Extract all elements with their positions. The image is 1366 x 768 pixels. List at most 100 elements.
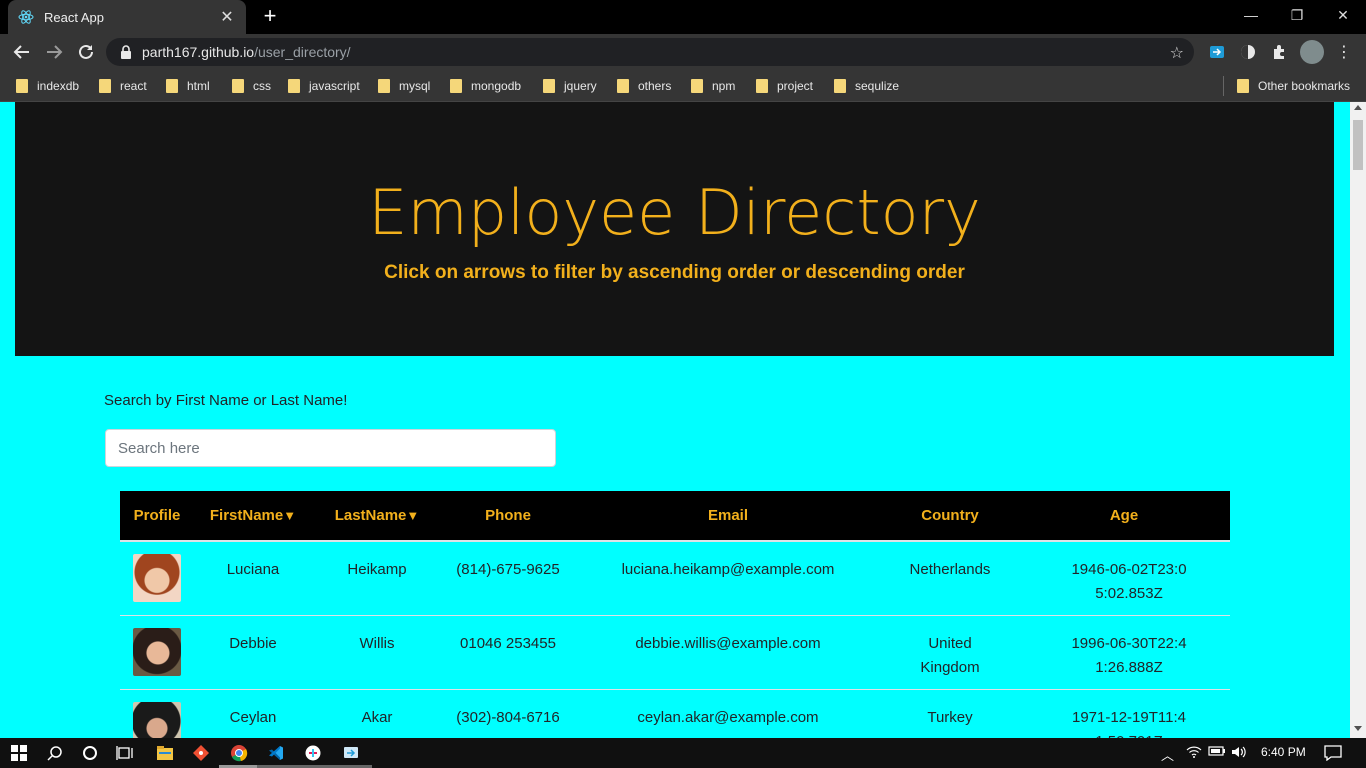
last-name: Akar xyxy=(312,688,442,738)
windows-start-icon[interactable] xyxy=(8,742,30,764)
restore-button[interactable]: ❐ xyxy=(1274,0,1320,30)
minimize-button[interactable]: — xyxy=(1228,0,1274,30)
email: ceylan.akar@example.com xyxy=(574,688,882,738)
other-bookmarks[interactable]: Other bookmarks xyxy=(1237,77,1350,95)
bookmark-folder[interactable]: html xyxy=(166,77,210,95)
folder-icon xyxy=(543,79,555,93)
table-row: Luciana Heikamp (814)-675-9625 luciana.h… xyxy=(120,540,1230,615)
bookmark-folder[interactable]: javascript xyxy=(288,77,360,95)
git-icon[interactable] xyxy=(190,742,212,764)
address-bar[interactable]: parth167.github.io/user_directory/ ☆ xyxy=(106,38,1194,66)
first-name: Luciana xyxy=(194,540,312,615)
column-header-email: Email xyxy=(574,491,882,542)
table-row: Debbie Willis 01046 253455 debbie.willis… xyxy=(120,614,1230,689)
bookmark-folder[interactable]: jquery xyxy=(543,77,597,95)
new-tab-button[interactable]: + xyxy=(258,4,282,28)
employee-table: Profile FirstName▼ LastName▼ Phone Email… xyxy=(120,491,1230,738)
slack-icon[interactable] xyxy=(302,742,324,764)
column-header-profile: Profile xyxy=(120,491,194,542)
bookmark-star-icon[interactable]: ☆ xyxy=(1170,43,1184,63)
table-header-row: Profile FirstName▼ LastName▼ Phone Email… xyxy=(120,491,1230,542)
notifications-icon[interactable] xyxy=(1324,745,1342,764)
last-name: Willis xyxy=(312,614,442,689)
page-title: Employee Directory xyxy=(368,176,981,249)
browser-menu-icon[interactable]: ⋮ xyxy=(1334,42,1354,62)
avatar xyxy=(133,627,181,676)
country: Turkey xyxy=(882,688,1018,738)
bookmark-folder[interactable]: mongodb xyxy=(450,77,521,95)
phone: (302)-804-6716 xyxy=(442,688,574,738)
bookmark-folder[interactable]: indexdb xyxy=(16,77,79,95)
close-window-button[interactable]: ✕ xyxy=(1320,0,1366,30)
column-header-age: Age xyxy=(1018,491,1230,542)
bookmark-folder[interactable]: project xyxy=(756,77,813,95)
avatar xyxy=(133,701,181,738)
cortana-icon[interactable] xyxy=(79,742,101,764)
phone: 01046 253455 xyxy=(442,614,574,689)
forward-icon[interactable] xyxy=(42,40,66,64)
scroll-up-icon[interactable] xyxy=(1354,105,1362,110)
reload-icon[interactable] xyxy=(74,40,98,64)
age: 1996-06-30T22:41:26.888Z xyxy=(1018,614,1230,689)
avatar xyxy=(133,554,181,602)
folder-icon xyxy=(1237,79,1249,93)
search-label: Search by First Name or Last Name! xyxy=(104,392,348,409)
phone: (814)-675-9625 xyxy=(442,540,574,615)
folder-icon xyxy=(450,79,462,93)
url-host: parth167.github.io xyxy=(142,44,255,60)
table-row: Ceylan Akar (302)-804-6716 ceylan.akar@e… xyxy=(120,688,1230,738)
page-viewport: Employee Directory Click on arrows to fi… xyxy=(0,102,1350,738)
clock-time[interactable]: 6:40 PM xyxy=(1261,745,1306,759)
react-icon xyxy=(18,9,34,25)
profile-avatar-icon[interactable] xyxy=(1300,40,1324,64)
bookmark-folder[interactable]: react xyxy=(99,77,147,95)
tab-strip: React App ✕ + — ❐ ✕ xyxy=(0,0,1366,34)
bookmark-folder[interactable]: css xyxy=(232,77,271,95)
folder-icon xyxy=(691,79,703,93)
folder-icon xyxy=(834,79,846,93)
email: debbie.willis@example.com xyxy=(574,614,882,689)
bookmarks-divider xyxy=(1223,76,1224,96)
bookmark-folder[interactable]: mysql xyxy=(378,77,430,95)
column-header-phone: Phone xyxy=(442,491,574,542)
folder-icon xyxy=(16,79,28,93)
bookmark-folder[interactable]: npm xyxy=(691,77,735,95)
volume-icon[interactable] xyxy=(1231,745,1247,762)
sort-arrow-icon[interactable]: ▼ xyxy=(283,508,296,523)
bookmarks-bar: indexdb react html css javascript mysql … xyxy=(0,70,1366,102)
search-input[interactable] xyxy=(105,429,556,467)
battery-icon[interactable] xyxy=(1208,745,1226,760)
bookmark-folder[interactable]: sequlize xyxy=(834,77,899,95)
last-name: Heikamp xyxy=(312,540,442,615)
file-explorer-icon[interactable] xyxy=(154,742,176,764)
close-tab-icon[interactable]: ✕ xyxy=(218,7,236,27)
country: Netherlands xyxy=(882,540,1018,615)
scroll-down-icon[interactable] xyxy=(1354,726,1362,731)
windows-taskbar: ︿ 6:40 PM xyxy=(0,738,1366,768)
folder-icon xyxy=(232,79,244,93)
folder-icon xyxy=(378,79,390,93)
page-scrollbar[interactable] xyxy=(1350,102,1366,738)
chrome-icon[interactable] xyxy=(228,742,250,764)
back-icon[interactable] xyxy=(10,40,34,64)
page-subtitle: Click on arrows to filter by ascending o… xyxy=(384,262,965,283)
header-jumbotron: Employee Directory Click on arrows to fi… xyxy=(15,102,1334,356)
vscode-icon[interactable] xyxy=(265,742,287,764)
extension-dark-mode-icon[interactable] xyxy=(1238,42,1258,62)
wifi-icon[interactable] xyxy=(1186,745,1202,762)
folder-icon xyxy=(756,79,768,93)
first-name: Debbie xyxy=(194,614,312,689)
extensions-puzzle-icon[interactable] xyxy=(1269,42,1289,62)
task-view-icon[interactable] xyxy=(114,742,136,764)
browser-tab[interactable]: React App ✕ xyxy=(8,0,246,34)
scrollbar-thumb[interactable] xyxy=(1353,120,1363,170)
column-header-lastname[interactable]: LastName▼ xyxy=(312,491,442,542)
remote-desktop-icon[interactable] xyxy=(340,742,362,764)
bookmark-folder[interactable]: others xyxy=(617,77,671,95)
chevron-up-icon[interactable]: ︿ xyxy=(1161,745,1174,764)
age: 1971-12-19T11:41:50.701Z xyxy=(1018,688,1230,738)
search-icon[interactable] xyxy=(44,742,66,764)
extension-cast-icon[interactable] xyxy=(1207,42,1227,62)
sort-arrow-icon[interactable]: ▼ xyxy=(406,508,419,523)
column-header-firstname[interactable]: FirstName▼ xyxy=(194,491,312,542)
